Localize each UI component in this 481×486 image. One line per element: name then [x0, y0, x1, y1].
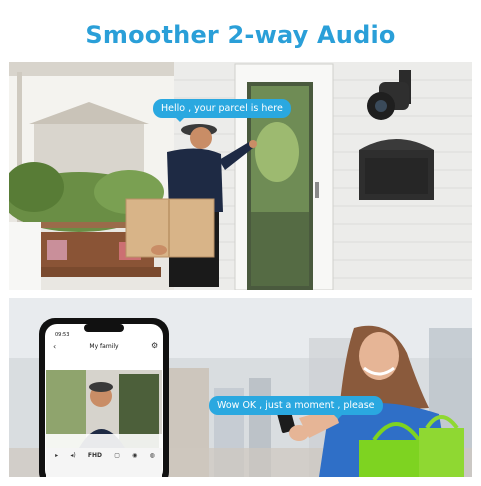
- more-icon[interactable]: ◍: [150, 452, 155, 459]
- doorstep-scene: Hello , your parcel is here: [9, 62, 472, 290]
- speech-bubble-delivery: Hello , your parcel is here: [153, 99, 291, 122]
- speech-bubble-answer: Wow OK , just a moment , please: [209, 396, 383, 419]
- fullscreen-icon[interactable]: ▢: [114, 452, 120, 459]
- play-icon[interactable]: ▸: [55, 452, 58, 459]
- quality-label[interactable]: FHD: [88, 452, 102, 459]
- phone-settings-icon[interactable]: ⚙: [151, 341, 158, 350]
- doorstep-illustration: [9, 62, 472, 290]
- headline: Smoother 2-way Audio: [85, 21, 396, 49]
- phone-status-time: 09:53: [55, 332, 70, 338]
- snapshot-icon[interactable]: ◉: [132, 452, 137, 459]
- speaker-icon[interactable]: ◂): [70, 452, 75, 459]
- phone-screen-title: My family: [89, 343, 119, 350]
- phone-scene: 09:53 ‹ My family ⚙ ▸ ◂) FHD ▢ ◉ ◍ Wow O…: [9, 298, 472, 477]
- phone-controls-bar: ▸ ◂) FHD ▢ ◉ ◍: [49, 449, 161, 461]
- product-image-card: Smoother 2-way Audio Hello , your parcel…: [9, 9, 472, 477]
